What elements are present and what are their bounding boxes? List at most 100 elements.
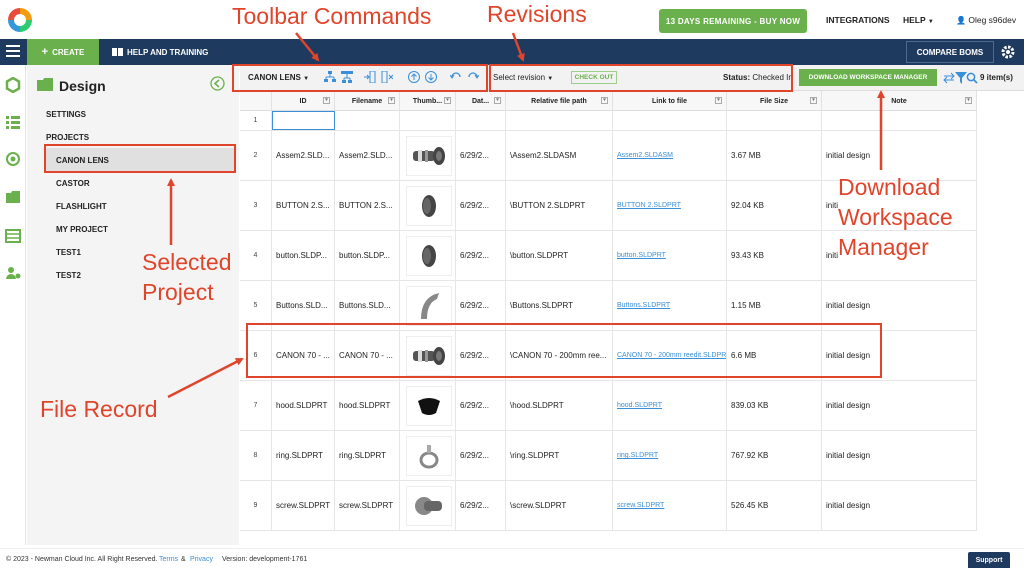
annotation-selected-line2: Project [142,279,214,305]
nav-bar: + CREATE HELP AND TRAINING COMPARE BOMS [0,39,1024,65]
column-header-filename[interactable]: Filename ▾ [335,91,400,111]
cell-date: 6/29/2... [456,131,506,180]
selected-project-annotation-box [44,144,236,173]
project-item-test2[interactable]: TEST2 [56,271,81,280]
cell-path: \hood.SLDPRT [506,381,613,430]
target-icon[interactable] [5,151,21,167]
column-header-link[interactable]: Link to file ▾ [613,91,727,111]
cell-path: \screw.SLDPRT [506,481,613,530]
cell-note: initial design [822,381,977,430]
column-menu-icon[interactable]: ▾ [810,97,817,104]
cell-thumb [400,131,456,180]
support-button[interactable]: Support [968,552,1010,568]
cell-size: 92.04 KB [727,181,822,230]
cell-size [727,111,822,130]
annotation-download-line2: Workspace [838,204,953,230]
user-menu[interactable]: 👤 Oleg s96dev [956,15,1016,25]
cell-date: 6/29/2... [456,431,506,480]
integrations-link[interactable]: INTEGRATIONS [826,15,890,25]
cell-size: 767.92 KB [727,431,822,480]
user-settings-icon[interactable] [5,265,21,281]
column-menu-icon[interactable]: ▾ [323,97,330,104]
annotation-toolbar-commands: Toolbar Commands [232,3,432,29]
help-and-training-link[interactable]: HELP AND TRAINING [112,39,208,65]
cell-link[interactable]: button.SLDPRT [613,231,727,280]
cell-n[interactable]: 7 [240,381,272,430]
cell-n[interactable]: 4 [240,231,272,280]
privacy-link[interactable]: Privacy [190,556,213,563]
list-icon[interactable] [5,114,21,130]
project-item-test1[interactable]: TEST1 [56,248,81,257]
cell-link[interactable]: ring.SLDPRT [613,431,727,480]
project-item-my-project[interactable]: MY PROJECT [56,225,108,234]
thumbnail-ring-icon [406,435,452,476]
create-button[interactable]: + CREATE [27,39,99,65]
column-header-label: Thumb... [412,97,443,105]
cell-filename: button.SLDP... [335,231,400,280]
file-record-highlight [246,323,882,378]
table-icon[interactable] [5,228,21,244]
column-menu-icon[interactable]: ▾ [965,97,972,104]
user-name: Oleg s96dev [968,15,1017,25]
column-menu-icon[interactable]: ▾ [715,97,722,104]
table-row[interactable]: 7 hood.SLDPRT hood.SLDPRT 6/29/2... \hood.SL… [240,381,977,431]
caret-down-icon: ▼ [927,19,934,25]
folder-icon [37,78,53,91]
table-row[interactable]: 1 [240,111,977,131]
toolbar-commands-highlight [232,64,488,92]
compare-boms-button[interactable]: COMPARE BOMS [906,41,994,63]
project-item-flashlight[interactable]: FLASHLIGHT [56,202,107,211]
cell-thumb [400,231,456,280]
hamburger-menu-icon[interactable] [6,45,20,59]
collapse-panel-icon[interactable] [210,76,225,91]
plus-icon: + [41,46,49,58]
icon-rail [0,65,26,545]
cell-filename: ring.SLDPRT [335,431,400,480]
table-scrollbar[interactable] [977,91,1024,531]
hexagon-icon[interactable] [5,77,21,93]
column-header-id[interactable]: ID ▾ [272,91,335,111]
help-training-label: HELP AND TRAINING [127,47,209,57]
swap-icon[interactable] [943,72,955,84]
table-header: ID ▾ Filename ▾ Thumb... ▾ Dat... ▾ Relative fil… [240,91,977,111]
column-menu-icon[interactable]: ▾ [388,97,395,104]
app-logo-icon[interactable] [6,6,34,34]
column-menu-icon[interactable]: ▾ [444,97,451,104]
search-icon[interactable] [966,72,978,84]
cell-link[interactable]: hood.SLDPRT [613,381,727,430]
cell-n[interactable]: 1 [240,111,272,130]
buy-now-button[interactable]: 13 DAYS REMAINING - BUY NOW [659,9,807,33]
cell-n[interactable]: 8 [240,431,272,480]
gear-icon[interactable] [1000,44,1016,60]
settings-item[interactable]: SETTINGS [46,110,86,119]
column-header-thumb[interactable]: Thumb... ▾ [400,91,456,111]
column-header-n[interactable] [240,91,272,111]
file-table: ID ▾ Filename ▾ Thumb... ▾ Dat... ▾ Relative fil… [240,91,977,531]
column-header-note[interactable]: Note ▾ [822,91,977,111]
column-menu-icon[interactable]: ▾ [601,97,608,104]
help-menu[interactable]: HELP ▼ [903,15,934,25]
cell-n[interactable]: 2 [240,131,272,180]
column-header-label: ID [299,97,307,105]
column-header-size[interactable]: File Size ▾ [727,91,822,111]
folder-nav-icon[interactable] [5,189,21,205]
terms-link[interactable]: Terms [159,556,178,563]
cell-link[interactable]: screw.SLDPRT [613,481,727,530]
annotation-download-line1: Download [838,174,941,200]
column-header-path[interactable]: Relative file path ▾ [506,91,613,111]
cell-link[interactable]: Assem2.SLDASM [613,131,727,180]
table-row[interactable]: 8 ring.SLDPRT ring.SLDPRT 6/29/2... \ring.SL… [240,431,977,481]
cell-n[interactable]: 3 [240,181,272,230]
cell-link[interactable]: BUTTON 2.SLDPRT [613,181,727,230]
project-item-castor[interactable]: CASTOR [56,179,90,188]
cell-thumb [400,381,456,430]
thumbnail-screw-icon [406,485,452,526]
cell-link[interactable] [613,111,727,130]
cell-note: initial design [822,131,977,180]
column-header-date[interactable]: Dat... ▾ [456,91,506,111]
cell-n[interactable]: 9 [240,481,272,530]
download-workspace-manager-button[interactable]: DOWNLOAD WORKSPACE MANAGER [799,69,937,86]
table-row[interactable]: 9 screw.SLDPRT screw.SLDPRT 6/29/2... \screw… [240,481,977,531]
column-menu-icon[interactable]: ▾ [494,97,501,104]
user-icon: 👤 [956,16,966,25]
